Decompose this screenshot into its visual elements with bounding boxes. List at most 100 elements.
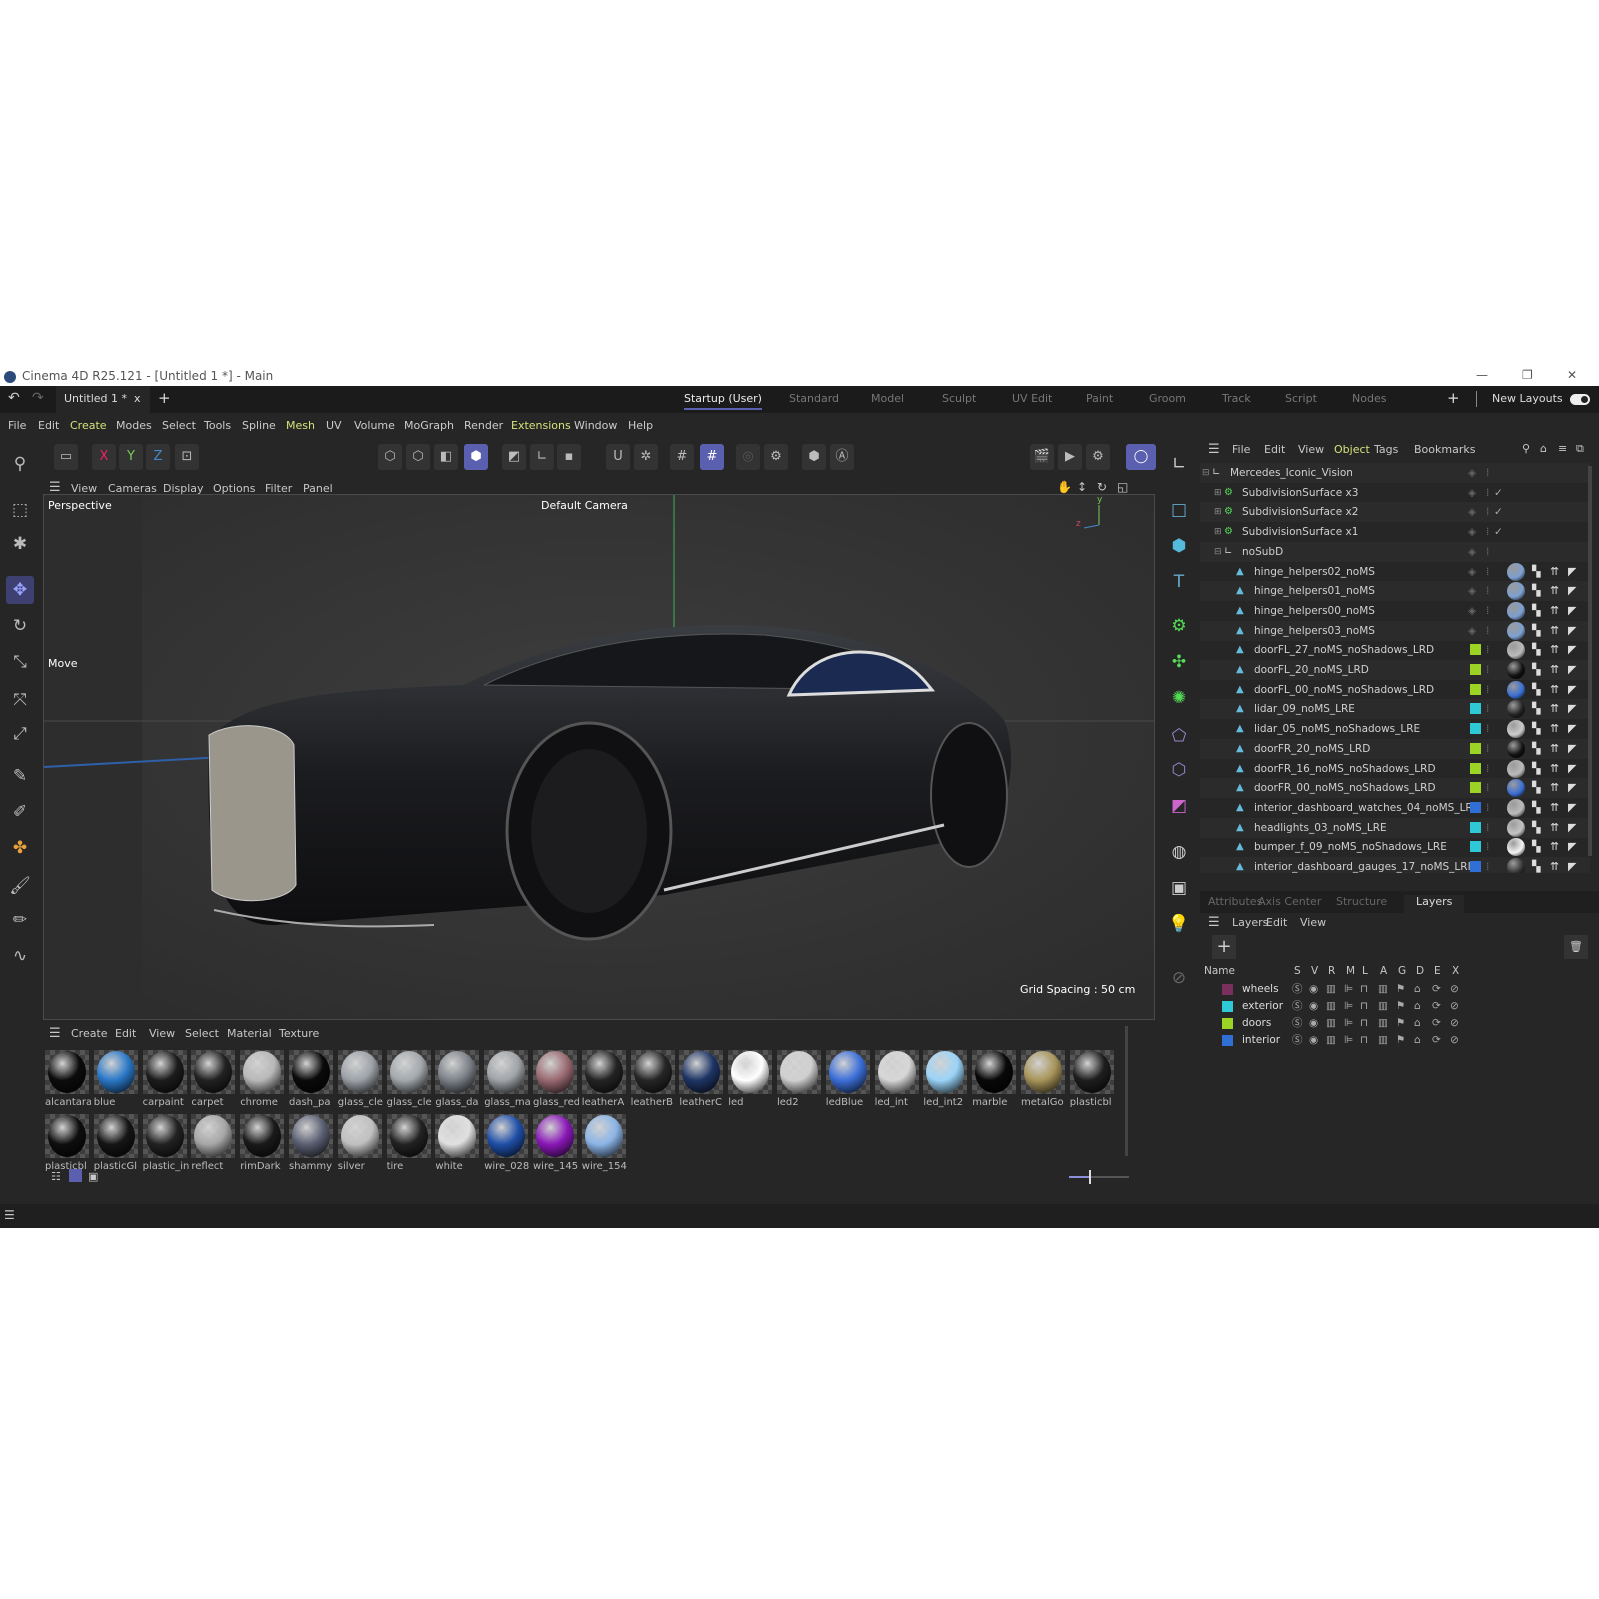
layer-color-swatch[interactable] xyxy=(1470,723,1481,735)
new-tab-button[interactable]: + xyxy=(158,389,171,407)
new-layouts-toggle[interactable] xyxy=(1570,394,1590,405)
object-name[interactable]: lidar_09_noMS_LRE xyxy=(1254,699,1355,719)
object-name[interactable]: hinge_helpers00_noMS xyxy=(1254,601,1375,621)
layer-color-swatch[interactable] xyxy=(1470,782,1481,794)
visibility-dots-icon[interactable]: ⁞ xyxy=(1486,778,1489,798)
visibility-dots-icon[interactable]: ⁞ xyxy=(1486,739,1489,759)
layer-color-swatch[interactable] xyxy=(1470,742,1481,754)
points-mode-icon[interactable]: ⬡ xyxy=(378,444,402,470)
layout-tab-script[interactable]: Script xyxy=(1285,392,1317,405)
display-tag-icon[interactable]: ◤ xyxy=(1568,739,1576,759)
new-window-icon[interactable]: ⧉ xyxy=(1576,442,1584,456)
material-swatch[interactable]: leatherC xyxy=(679,1050,725,1108)
material-swatch[interactable]: glass_da xyxy=(435,1050,481,1108)
layers-menu-layers[interactable]: Layers xyxy=(1232,916,1268,929)
material-tag-icon[interactable] xyxy=(1507,700,1525,719)
placement-tool-icon[interactable]: ⤢ xyxy=(6,720,34,748)
layout-tab-paint[interactable]: Paint xyxy=(1086,392,1113,405)
generators-icon[interactable]: ⚑ xyxy=(1396,981,1405,998)
layer-row[interactable]: wheels Ⓢ ◉ ▥ ⊫ ⊓ ▥ ⚑ ⌂ ⟳ ⊘ xyxy=(1200,981,1599,998)
layer-color-swatch[interactable] xyxy=(1470,801,1481,813)
visibility-dots-icon[interactable]: ⁞ xyxy=(1486,522,1489,542)
layer-icon[interactable]: ◈ xyxy=(1468,522,1476,542)
material-menu-edit[interactable]: Edit xyxy=(115,1027,136,1040)
layer-icon[interactable]: ◈ xyxy=(1468,502,1476,522)
object-row[interactable]: ▲ lidar_09_noMS_LRE ⁞ ▚ ⇈ ◤ xyxy=(1200,699,1590,720)
material-swatch[interactable]: glass_ma xyxy=(484,1050,530,1108)
ffd-icon[interactable]: ⬡ xyxy=(1165,756,1193,784)
layers-menu-edit[interactable]: Edit xyxy=(1266,916,1287,929)
material-tag-icon[interactable] xyxy=(1507,601,1525,620)
uvw-tag-icon[interactable]: ▚ xyxy=(1532,621,1540,641)
rotate-tool-icon[interactable]: ↻ xyxy=(6,612,34,640)
phong-tag-icon[interactable]: ⇈ xyxy=(1550,739,1559,759)
display-tag-icon[interactable]: ◤ xyxy=(1568,680,1576,700)
material-tag-icon[interactable] xyxy=(1507,838,1525,857)
uvw-tag-icon[interactable]: ▚ xyxy=(1532,680,1540,700)
object-row[interactable]: ▲ doorFR_20_noMS_LRD ⁞ ▚ ⇈ ◤ xyxy=(1200,738,1590,759)
object-menu-view[interactable]: View xyxy=(1298,443,1324,456)
display-tag-icon[interactable]: ◤ xyxy=(1568,621,1576,641)
material-swatch[interactable]: led xyxy=(728,1050,774,1108)
object-name[interactable]: doorFL_20_noMS_LRD xyxy=(1254,660,1369,680)
material-swatch[interactable]: white xyxy=(435,1114,481,1172)
object-row[interactable]: ⊞ ⚙ SubdivisionSurface x1 ◈ ⁞ ✓ xyxy=(1200,522,1590,542)
layout-tab-track[interactable]: Track xyxy=(1222,392,1251,405)
object-row[interactable]: ▲ headlights_03_noMS_LRE ⁞ ▚ ⇈ ◤ xyxy=(1200,817,1590,838)
expand-toggle-icon[interactable]: ⊞ xyxy=(1214,522,1222,542)
visibility-dots-icon[interactable]: ⁞ xyxy=(1486,621,1489,641)
object-menu-edit[interactable]: Edit xyxy=(1264,443,1285,456)
menu-volume[interactable]: Volume xyxy=(354,419,395,432)
material-hamburger-icon[interactable]: ☰ xyxy=(49,1026,61,1041)
menu-file[interactable]: File xyxy=(8,419,26,432)
status-hamburger-icon[interactable]: ☰ xyxy=(4,1208,15,1222)
display-tag-icon[interactable]: ◤ xyxy=(1568,759,1576,779)
locked-workplane-icon[interactable]: # xyxy=(700,444,724,470)
menu-tools[interactable]: Tools xyxy=(204,419,231,432)
generators-icon[interactable]: ⚑ xyxy=(1396,1032,1405,1049)
enabled-check-icon[interactable]: ✓ xyxy=(1494,483,1503,503)
material-tag-icon[interactable] xyxy=(1507,641,1525,660)
layout-tab-nodes[interactable]: Nodes xyxy=(1352,392,1386,405)
object-manager-hamburger-icon[interactable]: ☰ xyxy=(1208,442,1220,457)
material-swatch[interactable]: blue xyxy=(93,1050,140,1108)
enabled-check-icon[interactable]: ✓ xyxy=(1494,522,1503,542)
viewport-hamburger-icon[interactable]: ☰ xyxy=(49,480,61,495)
render-settings-icon[interactable]: ⚙ xyxy=(1086,444,1110,470)
phong-tag-icon[interactable]: ⇈ xyxy=(1550,837,1559,857)
material-menu-create[interactable]: Create xyxy=(71,1027,108,1040)
object-row[interactable]: ▲ doorFL_00_noMS_noShadows_LRD ⁞ ▚ ⇈ ◤ xyxy=(1200,680,1590,700)
document-tab[interactable]: Untitled 1 * x xyxy=(56,386,150,413)
layer-icon[interactable]: ◈ xyxy=(1468,542,1476,562)
material-tag-icon[interactable] xyxy=(1507,858,1525,873)
layout-tab-sculpt[interactable]: Sculpt xyxy=(942,392,976,405)
material-tag-icon[interactable] xyxy=(1507,779,1525,798)
material-tag-icon[interactable] xyxy=(1507,759,1525,778)
display-tag-icon[interactable]: ◤ xyxy=(1568,837,1576,857)
manager-icon[interactable]: ⊫ xyxy=(1344,1015,1353,1032)
zoom-view-icon[interactable]: ↕ xyxy=(1077,480,1087,494)
undo-history-icon[interactable]: ▭ xyxy=(54,444,78,470)
layer-color-swatch[interactable] xyxy=(1470,841,1481,853)
cloner-icon[interactable]: ✣ xyxy=(1165,648,1193,676)
sculpt-icon[interactable]: ✤ xyxy=(6,834,34,862)
menu-modes[interactable]: Modes xyxy=(116,419,152,432)
uvw-tag-icon[interactable]: ▚ xyxy=(1532,759,1540,779)
object-row[interactable]: ▲ hinge_helpers01_noMS ◈ ⁞ ▚ ⇈ ◤ xyxy=(1200,581,1590,602)
material-swatch[interactable]: led_int xyxy=(874,1050,921,1108)
menu-extensions[interactable]: Extensions xyxy=(511,419,571,432)
visibility-dots-icon[interactable]: ⁞ xyxy=(1486,798,1489,818)
material-tag-icon[interactable] xyxy=(1507,661,1525,679)
visibility-dots-icon[interactable]: ⁞ xyxy=(1486,680,1489,700)
null-object-icon[interactable]: ∟ xyxy=(1165,450,1193,478)
object-row[interactable]: ▲ hinge_helpers00_noMS ◈ ⁞ ▚ ⇈ ◤ xyxy=(1200,601,1590,621)
visibility-dots-icon[interactable]: ⁞ xyxy=(1486,562,1489,582)
layer-name[interactable]: wheels xyxy=(1242,981,1279,998)
tag-icon[interactable]: ⊘ xyxy=(1165,964,1193,992)
expand-toggle-icon[interactable]: ⊞ xyxy=(1214,502,1222,522)
animation-icon[interactable]: ▥ xyxy=(1378,998,1388,1015)
material-swatch[interactable]: plastic_in xyxy=(142,1114,189,1172)
field-icon[interactable]: ◩ xyxy=(1165,792,1193,820)
material-swatch[interactable]: ledBlue xyxy=(825,1050,872,1108)
expand-toggle-icon[interactable]: ⊟ xyxy=(1214,542,1222,562)
